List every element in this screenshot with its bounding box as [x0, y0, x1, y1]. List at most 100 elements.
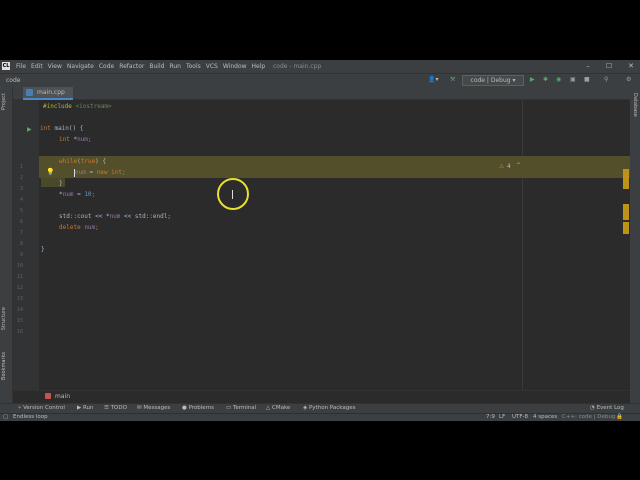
line-number: 7: [19, 230, 23, 236]
menu-window[interactable]: Window: [223, 63, 247, 70]
status-encoding[interactable]: UTF-8: [512, 414, 528, 420]
tool-cmake[interactable]: △ CMake: [266, 405, 290, 411]
code-line-6: while(true) {: [59, 158, 106, 165]
line-number: 2: [19, 175, 23, 181]
menu-build[interactable]: Build: [149, 63, 164, 70]
assign: =: [85, 169, 97, 176]
window-controls: – ☐ ✕: [586, 62, 634, 70]
chevron-up-icon[interactable]: ⌃: [516, 162, 521, 169]
coverage-icon[interactable]: ▣: [570, 76, 576, 83]
breadcrumb-function[interactable]: main: [55, 393, 70, 400]
run-configuration-select[interactable]: code | Debug ▾: [462, 75, 524, 86]
tab-main-cpp[interactable]: main.cpp: [23, 87, 73, 100]
tool-event-log[interactable]: ◔ Event Log: [590, 405, 624, 411]
user-icon[interactable]: 👤▾: [428, 76, 438, 83]
tool-version-control[interactable]: ⑂ Version Control: [18, 405, 65, 411]
menu-navigate[interactable]: Navigate: [67, 63, 94, 70]
status-context[interactable]: C++: code | Debug: [562, 414, 615, 420]
status-panel-icon[interactable]: ▢: [3, 414, 8, 420]
scrollbar-warning-mark[interactable]: [623, 169, 629, 189]
title-bar: CL File Edit View Navigate Code Refactor…: [0, 60, 640, 73]
scrollbar-warning-mark[interactable]: [623, 222, 629, 234]
stop-icon[interactable]: ■: [584, 76, 590, 83]
right-tool-strip: Database: [629, 87, 640, 403]
tool-terminal[interactable]: ▭ Terminal: [226, 405, 256, 411]
kw-int: int: [107, 169, 122, 176]
var-num: num: [109, 213, 121, 220]
assign: =: [73, 191, 85, 198]
tool-python-packages-label: Python Packages: [308, 405, 356, 411]
settings-icon[interactable]: ⚙: [626, 76, 631, 83]
status-line-separator[interactable]: LF: [499, 414, 505, 420]
tool-terminal-label: Terminal: [232, 405, 257, 411]
line-number: 13: [16, 296, 23, 302]
right-margin-guide: [522, 100, 523, 390]
kw-new: new: [96, 169, 108, 176]
build-hammer-icon[interactable]: ⚒: [450, 76, 455, 83]
project-tool-button[interactable]: Project: [1, 93, 7, 110]
menu-edit[interactable]: Edit: [31, 63, 43, 70]
warning-icon[interactable]: ⚠: [499, 163, 504, 170]
function-icon: [45, 393, 51, 399]
profile-icon[interactable]: ◉: [556, 76, 561, 83]
window-title: code - main.cpp: [273, 63, 322, 70]
mouse-cursor-highlight: [217, 178, 249, 210]
run-gutter-icon[interactable]: ▶: [27, 126, 32, 133]
tool-problems[interactable]: ● Problems: [182, 405, 214, 411]
tool-cmake-label: CMake: [271, 405, 291, 411]
menu-run[interactable]: Run: [169, 63, 181, 70]
ibeam-cursor-icon: [232, 190, 233, 199]
status-indent[interactable]: 4 spaces: [533, 414, 557, 420]
structure-tool-button[interactable]: Structure: [1, 307, 7, 330]
menu-tools[interactable]: Tools: [186, 63, 201, 70]
menu-view[interactable]: View: [48, 63, 62, 70]
kw-int: int: [59, 136, 70, 143]
tool-python-packages[interactable]: ◈ Python Packages: [303, 405, 355, 411]
code-line-1: #include <iostream>: [43, 103, 112, 110]
database-tool-button[interactable]: Database: [632, 93, 638, 117]
maximize-icon[interactable]: ☐: [606, 62, 612, 70]
kw-true: true: [80, 158, 96, 165]
minimize-icon[interactable]: –: [586, 62, 590, 70]
text-caret: [74, 169, 75, 177]
main-decl: main() {: [50, 125, 84, 132]
menu-refactor[interactable]: Refactor: [119, 63, 144, 70]
menu-code[interactable]: Code: [99, 63, 114, 70]
code-editor[interactable]: ⚠ 4 ⌃ 1 2 3 4 5 6 7 8 9 10 11 12 13 14 1…: [13, 100, 630, 390]
line-number: 14: [16, 307, 23, 313]
line-number: 10: [16, 263, 23, 269]
tool-run[interactable]: ▶ Run: [77, 405, 94, 411]
lightbulb-icon[interactable]: 💡: [46, 168, 55, 176]
lock-icon[interactable]: 🔒: [616, 414, 623, 420]
run-icon[interactable]: ▶: [530, 76, 535, 83]
scrollbar-warning-mark[interactable]: [623, 204, 629, 220]
status-bar: ▢ Endless loop 7:9 LF UTF-8 4 spaces C++…: [0, 413, 640, 421]
run-configuration-label: code | Debug: [470, 77, 511, 84]
menu-vcs[interactable]: VCS: [206, 63, 218, 70]
status-message: Endless loop: [13, 414, 48, 420]
tool-todo[interactable]: ☰ TODO: [104, 405, 127, 411]
tool-problems-label: Problems: [188, 405, 214, 411]
line-number: 11: [16, 274, 23, 280]
project-breadcrumb[interactable]: code: [6, 77, 20, 84]
include-directive: #include: [43, 103, 72, 110]
bookmarks-tool-button[interactable]: Bookmarks: [1, 352, 7, 380]
var-num: num: [77, 136, 88, 143]
close-icon[interactable]: ✕: [628, 62, 634, 70]
menu-file[interactable]: File: [16, 63, 26, 70]
main-menu: File Edit View Navigate Code Refactor Bu…: [16, 63, 265, 70]
loop-highlight: [39, 156, 630, 178]
tool-messages[interactable]: ✉ Messages: [137, 405, 170, 411]
loop-open: ) {: [95, 158, 106, 165]
tool-run-label: Run: [82, 405, 94, 411]
debug-icon[interactable]: ✱: [543, 76, 548, 83]
warning-count: 4: [507, 163, 511, 170]
cout-left: std::cout << *: [59, 213, 110, 220]
include-header: <iostream>: [75, 103, 112, 110]
search-icon[interactable]: ⚲: [604, 76, 608, 83]
code-breadcrumb: main: [13, 390, 630, 403]
var-num: num: [75, 169, 86, 176]
status-caret-position[interactable]: 7:9: [486, 414, 495, 420]
menu-help[interactable]: Help: [252, 63, 266, 70]
code-line-4: int *num;: [59, 136, 92, 143]
